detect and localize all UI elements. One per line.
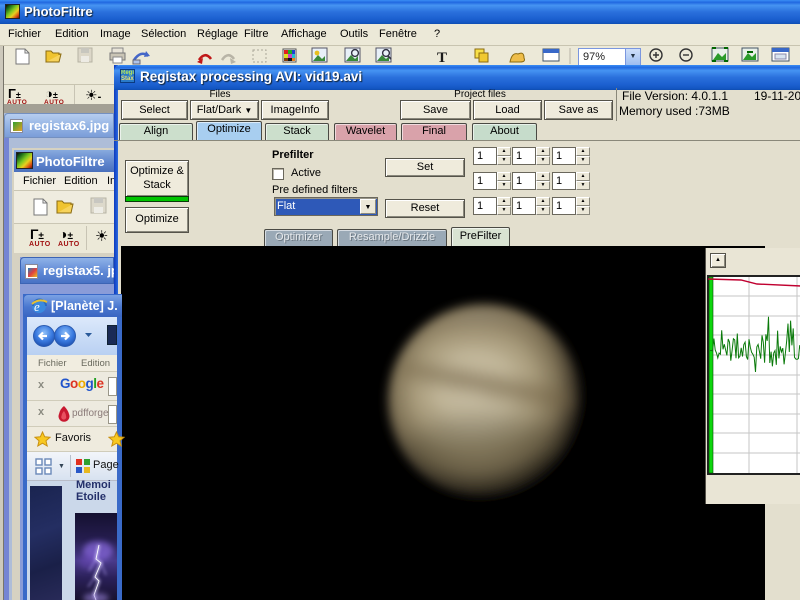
- svg-text:T: T: [437, 50, 447, 66]
